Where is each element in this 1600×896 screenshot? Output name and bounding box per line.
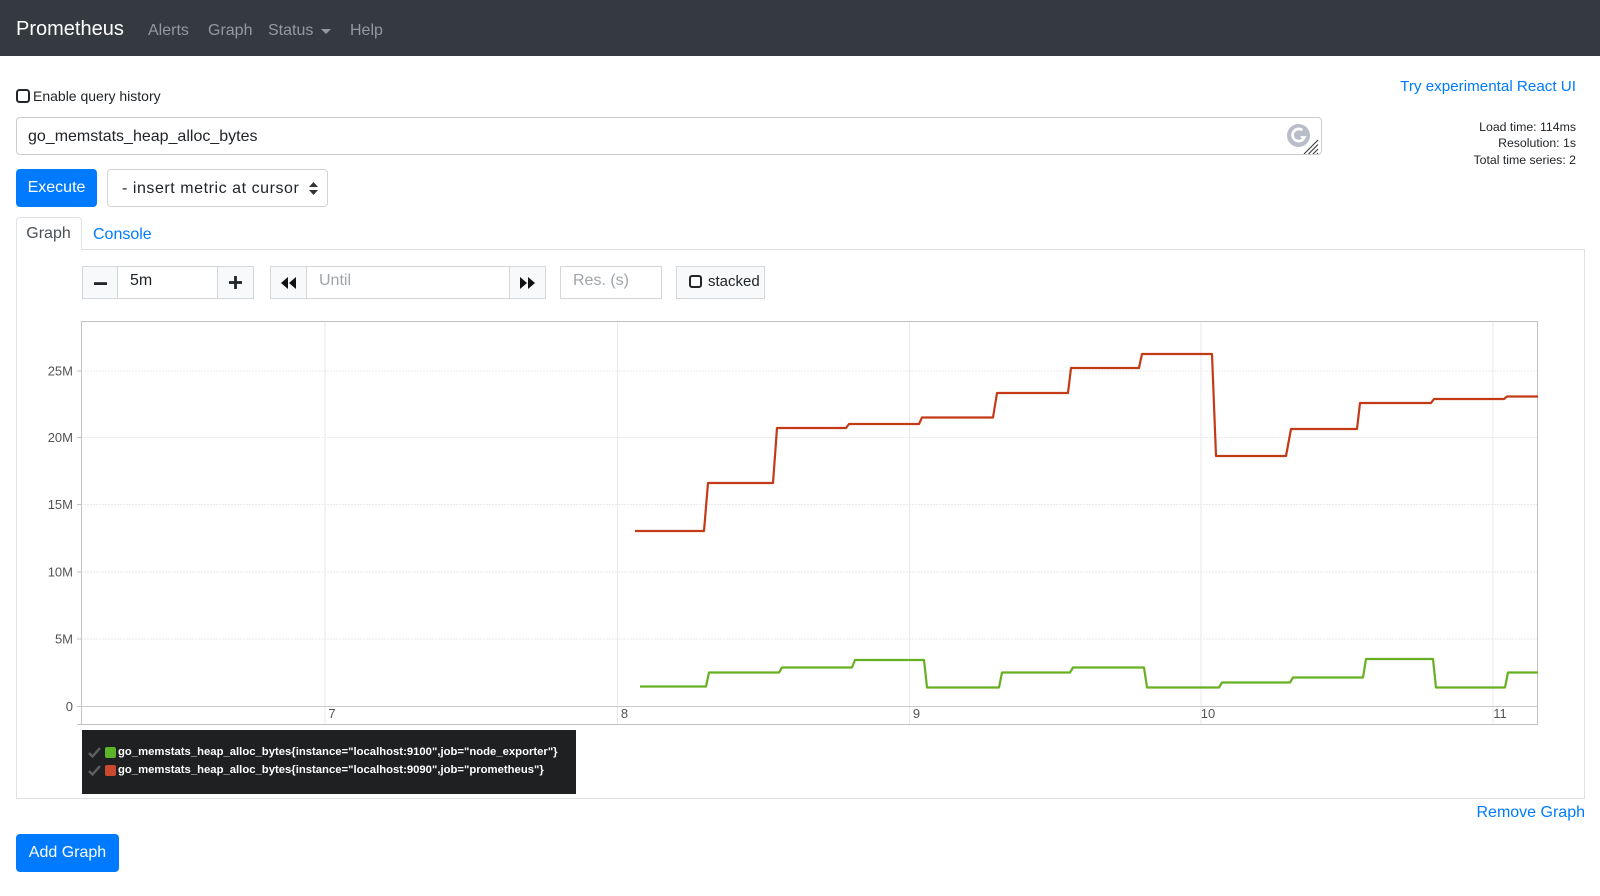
svg-text:10M: 10M	[48, 565, 73, 580]
svg-text:10: 10	[1201, 706, 1215, 721]
svg-text:25M: 25M	[48, 364, 73, 379]
svg-text:0: 0	[66, 699, 73, 714]
svg-text:7: 7	[328, 706, 335, 721]
svg-text:8: 8	[621, 706, 628, 721]
svg-text:9: 9	[913, 706, 920, 721]
svg-text:15M: 15M	[48, 497, 73, 512]
svg-text:11: 11	[1493, 706, 1507, 721]
svg-text:5M: 5M	[55, 632, 73, 647]
svg-text:20M: 20M	[48, 430, 73, 445]
